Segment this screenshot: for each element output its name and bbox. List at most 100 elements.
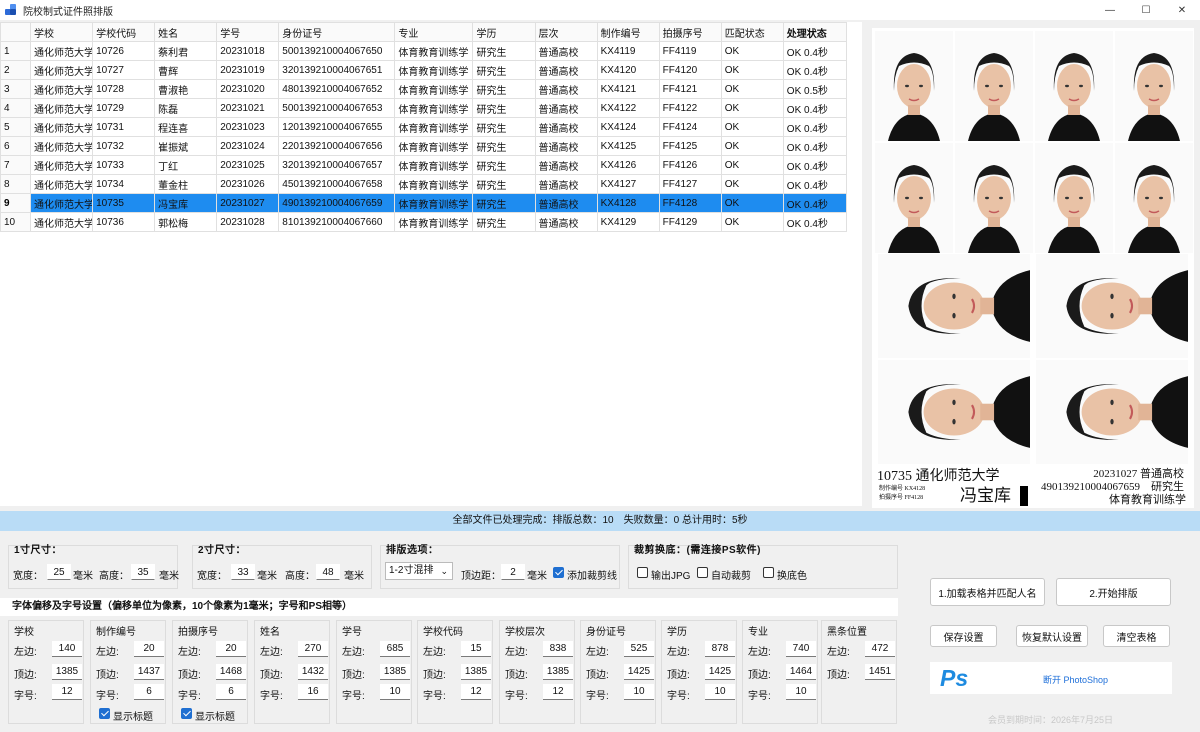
table-cell[interactable]: KX4128 (596, 193, 660, 213)
table-cell[interactable]: 10729 (92, 98, 156, 118)
column-header[interactable]: 姓名 (154, 22, 218, 42)
table-cell[interactable]: 体育教育训练学 (394, 41, 474, 61)
table-cell[interactable]: 10728 (92, 79, 156, 99)
table-cell[interactable]: FF4120 (658, 60, 722, 80)
table-cell[interactable]: 10735 (92, 193, 156, 213)
table-cell[interactable]: 体育教育训练学 (394, 174, 474, 194)
table-cell[interactable]: OK 0.4秒 (782, 136, 848, 156)
show-title-checkbox[interactable] (99, 708, 110, 719)
table-cell[interactable]: 普通高校 (534, 79, 598, 99)
table-cell[interactable]: OK (720, 79, 784, 99)
font-size-input[interactable]: 16 (298, 684, 328, 700)
student-table-area[interactable]: 学校 学校代码 姓名 学号 身份证号 专业 学历 层次 制作编号 拍摄序号 匹配状态 处理状态 1 通化… (0, 22, 862, 506)
table-cell[interactable]: 通化师范大学 (30, 98, 94, 118)
size2-height-input[interactable]: 48 (316, 564, 340, 580)
top-offset-input[interactable]: 1385 (380, 664, 410, 680)
table-cell[interactable]: 320139210004067651 (278, 60, 396, 80)
table-cell[interactable]: 320139210004067657 (278, 155, 396, 175)
column-header[interactable]: 处理状态 (782, 22, 848, 42)
table-cell[interactable]: 研究生 (472, 155, 536, 175)
font-size-input[interactable]: 6 (134, 684, 164, 700)
table-cell[interactable]: 曹淑艳 (154, 79, 218, 99)
table-cell[interactable]: 普通高校 (534, 193, 598, 213)
table-cell[interactable]: FF4124 (658, 117, 722, 137)
column-header[interactable]: 制作编号 (596, 22, 660, 42)
top-offset-input[interactable]: 1432 (298, 664, 328, 680)
table-cell[interactable]: OK 0.5秒 (782, 79, 848, 99)
table-cell[interactable]: 490139210004067659 (278, 193, 396, 213)
column-header[interactable]: 学号 (216, 22, 280, 42)
table-cell[interactable]: OK 0.4秒 (782, 98, 848, 118)
table-cell[interactable]: 通化师范大学 (30, 41, 94, 61)
table-cell[interactable]: 450139210004067658 (278, 174, 396, 194)
table-cell[interactable]: 通化师范大学 (30, 174, 94, 194)
table-row[interactable]: 8 通化师范大学 10734 董金柱 20231026 45013921000406765… (0, 174, 848, 194)
row-number[interactable]: 5 (0, 117, 32, 137)
minimize-button[interactable]: — (1092, 0, 1128, 20)
size1-height-input[interactable]: 35 (131, 564, 155, 580)
table-cell[interactable]: KX4129 (596, 212, 660, 232)
table-cell[interactable]: 10731 (92, 117, 156, 137)
table-cell[interactable]: OK 0.4秒 (782, 212, 848, 232)
table-cell[interactable]: 体育教育训练学 (394, 79, 474, 99)
table-cell[interactable]: 500139210004067650 (278, 41, 396, 61)
save-settings-button[interactable]: 保存设置 (930, 625, 997, 647)
left-offset-input[interactable]: 20 (216, 641, 246, 657)
top-offset-input[interactable]: 1437 (134, 664, 164, 680)
load-table-button[interactable]: 1.加载表格并匹配人名 (930, 578, 1045, 606)
table-cell[interactable]: 体育教育训练学 (394, 136, 474, 156)
table-cell[interactable]: KX4120 (596, 60, 660, 80)
font-size-input[interactable]: 12 (52, 684, 82, 700)
table-cell[interactable]: 崔振斌 (154, 136, 218, 156)
table-cell[interactable]: OK (720, 98, 784, 118)
table-cell[interactable]: 研究生 (472, 136, 536, 156)
size1-width-input[interactable]: 25 (47, 564, 71, 580)
table-cell[interactable]: 10734 (92, 174, 156, 194)
disconnect-photoshop-link[interactable]: 断开 PhotoShop (1043, 673, 1108, 686)
table-cell[interactable]: 郭松梅 (154, 212, 218, 232)
table-cell[interactable]: 通化师范大学 (30, 136, 94, 156)
row-number[interactable]: 2 (0, 60, 32, 80)
cutline-checkbox[interactable] (553, 567, 564, 578)
table-cell[interactable]: 810139210004067660 (278, 212, 396, 232)
maximize-button[interactable]: ☐ (1128, 0, 1164, 20)
table-cell[interactable]: 20231021 (216, 98, 280, 118)
table-cell[interactable]: 体育教育训练学 (394, 193, 474, 213)
font-size-input[interactable]: 12 (543, 684, 573, 700)
table-cell[interactable]: OK (720, 136, 784, 156)
table-cell[interactable]: 研究生 (472, 79, 536, 99)
table-cell[interactable]: 普通高校 (534, 117, 598, 137)
table-row[interactable]: 9 通化师范大学 10735 冯宝库 20231027 49013921000406765… (0, 193, 848, 213)
top-offset-input[interactable]: 1425 (705, 664, 735, 680)
row-number[interactable]: 6 (0, 136, 32, 156)
table-cell[interactable]: 陈磊 (154, 98, 218, 118)
column-header[interactable]: 学历 (472, 22, 536, 42)
table-cell[interactable]: OK (720, 212, 784, 232)
left-offset-input[interactable]: 270 (298, 641, 328, 657)
table-cell[interactable]: 蔡利君 (154, 41, 218, 61)
size2-width-input[interactable]: 33 (231, 564, 255, 580)
table-cell[interactable]: 10736 (92, 212, 156, 232)
table-cell[interactable]: 20231026 (216, 174, 280, 194)
font-size-input[interactable]: 10 (624, 684, 654, 700)
table-cell[interactable]: OK (720, 60, 784, 80)
table-cell[interactable]: 通化师范大学 (30, 60, 94, 80)
table-cell[interactable]: 普通高校 (534, 98, 598, 118)
font-size-input[interactable]: 12 (461, 684, 491, 700)
row-number[interactable]: 8 (0, 174, 32, 194)
table-cell[interactable]: 研究生 (472, 41, 536, 61)
start-layout-button[interactable]: 2.开始排版 (1056, 578, 1171, 606)
table-row[interactable]: 6 通化师范大学 10732 崔振斌 20231024 22013921000406765… (0, 136, 848, 156)
table-cell[interactable]: OK 0.4秒 (782, 117, 848, 137)
table-cell[interactable]: 研究生 (472, 174, 536, 194)
top-offset-input[interactable]: 1451 (865, 664, 895, 680)
row-number[interactable]: 10 (0, 212, 32, 232)
clear-table-button[interactable]: 清空表格 (1103, 625, 1170, 647)
table-cell[interactable]: 曹辉 (154, 60, 218, 80)
table-cell[interactable]: 体育教育训练学 (394, 98, 474, 118)
table-cell[interactable]: KX4121 (596, 79, 660, 99)
column-header[interactable]: 专业 (394, 22, 474, 42)
table-cell[interactable]: 10727 (92, 60, 156, 80)
student-table[interactable]: 学校 学校代码 姓名 学号 身份证号 专业 学历 层次 制作编号 拍摄序号 匹配状态 处理状态 1 通化… (0, 22, 848, 232)
table-cell[interactable]: OK 0.4秒 (782, 155, 848, 175)
